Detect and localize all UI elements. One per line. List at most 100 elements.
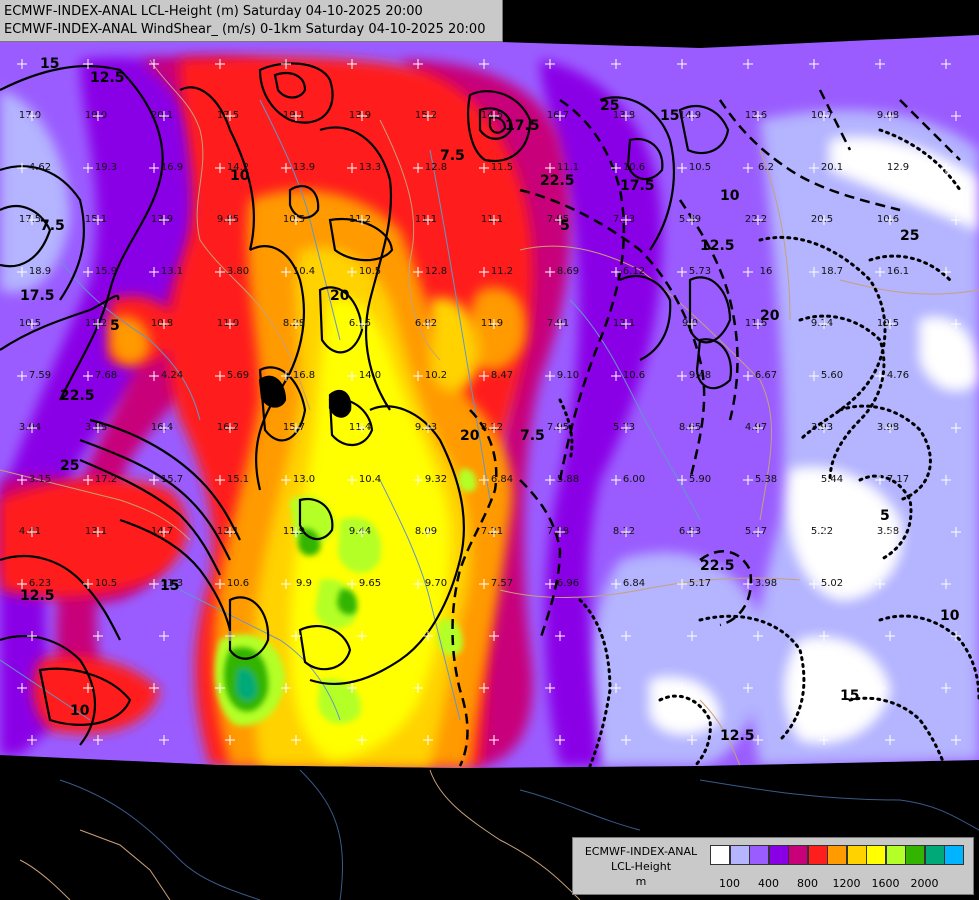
title-box: ECMWF-INDEX-ANAL LCL-Height (m) Saturday… bbox=[0, 0, 503, 42]
legend-tick-label: 100 bbox=[719, 877, 740, 890]
contour-label: 12.5 bbox=[20, 588, 55, 604]
station-value: 20.1 bbox=[821, 162, 843, 173]
legend-line-2: LCL-Height bbox=[610, 860, 672, 873]
legend-line-3: m bbox=[635, 875, 647, 888]
station-value: 7.57 bbox=[491, 578, 513, 589]
station-value: 9.10 bbox=[557, 370, 579, 381]
legend-swatch bbox=[768, 845, 789, 865]
legend-tick-label: 1200 bbox=[832, 877, 861, 890]
station-value: 14.0 bbox=[359, 370, 381, 381]
legend-swatch bbox=[749, 845, 769, 865]
station-value: 5.88 bbox=[557, 474, 579, 485]
legend-swatch bbox=[924, 845, 945, 865]
station-value: 5.02 bbox=[821, 578, 843, 589]
legend-swatch bbox=[788, 845, 808, 865]
station-value: 10.4 bbox=[359, 474, 381, 485]
station-value: 11.1 bbox=[557, 162, 579, 173]
station-value: 16.1 bbox=[887, 266, 909, 277]
contour-label: 15 bbox=[40, 56, 59, 72]
station-value: 18.7 bbox=[821, 266, 843, 277]
legend-swatch bbox=[866, 845, 886, 865]
station-value: 5.69 bbox=[227, 370, 249, 381]
station-value: 6.67 bbox=[755, 370, 777, 381]
station-value: 15.1 bbox=[227, 474, 249, 485]
station-value: 4.62 bbox=[29, 162, 51, 173]
contour-label: 25 bbox=[600, 98, 619, 114]
station-value: 6.84 bbox=[491, 474, 513, 485]
station-value: 10.5 bbox=[689, 162, 711, 173]
contour-label: 25 bbox=[60, 458, 79, 474]
station-value: 6.96 bbox=[557, 578, 579, 589]
contour-label: 22.5 bbox=[60, 388, 95, 404]
station-value: 13.1 bbox=[161, 266, 183, 277]
station-value: 12.8 bbox=[425, 266, 447, 277]
legend-swatch bbox=[905, 845, 925, 865]
station-value: 7.68 bbox=[95, 370, 117, 381]
station-value: 13.3 bbox=[359, 162, 381, 173]
contour-label: 7.5 bbox=[40, 218, 65, 234]
contour-label: 20 bbox=[460, 428, 480, 444]
contour-label: 10 bbox=[230, 168, 250, 184]
legend-swatch bbox=[846, 845, 867, 865]
legend-swatch bbox=[710, 845, 730, 865]
station-value: 9.65 bbox=[359, 578, 381, 589]
station-value: 6.84 bbox=[623, 578, 645, 589]
contour-label: 17.5 bbox=[505, 118, 540, 134]
station-value: 10.6 bbox=[227, 578, 249, 589]
legend-swatch bbox=[807, 845, 828, 865]
station-value: 19.3 bbox=[95, 162, 117, 173]
legend-tick-label: 400 bbox=[758, 877, 779, 890]
title-line-1: ECMWF-INDEX-ANAL LCL-Height (m) Saturday… bbox=[4, 4, 423, 19]
station-value: 8.69 bbox=[557, 266, 579, 277]
legend-swatch bbox=[729, 845, 750, 865]
legend-tick-label: 800 bbox=[797, 877, 818, 890]
station-value: 8.47 bbox=[491, 370, 513, 381]
title-line-2: ECMWF-INDEX-ANAL WindShear_ (m/s) 0-1km … bbox=[4, 22, 486, 37]
station-value: 18.9 bbox=[29, 266, 51, 277]
contour-label: 22.5 bbox=[700, 558, 735, 574]
contour-label: 10 bbox=[720, 188, 740, 204]
station-value: 9.32 bbox=[425, 474, 447, 485]
station-value: 6.2 bbox=[758, 162, 774, 173]
color-legend: ECMWF-INDEX-ANAL LCL-Height m 100 400 800 1… bbox=[572, 837, 974, 895]
station-value: 4.76 bbox=[887, 370, 909, 381]
map-viewer: 17.019.020.117.519.113.915.214.516.713.8… bbox=[0, 0, 979, 900]
station-value: 9.48 bbox=[689, 370, 711, 381]
contour-label: 20 bbox=[330, 288, 350, 304]
station-value: 10.6 bbox=[623, 370, 645, 381]
station-value: 9.9 bbox=[296, 578, 312, 589]
station-value: 7.59 bbox=[29, 370, 51, 381]
station-value: 9.70 bbox=[425, 578, 447, 589]
contour-label: 10 bbox=[70, 703, 90, 719]
station-value: 10.5 bbox=[359, 266, 381, 277]
contour-label: 5 bbox=[880, 508, 890, 524]
station-value: 4.24 bbox=[161, 370, 183, 381]
station-value: 5.73 bbox=[689, 266, 711, 277]
station-value: 16 bbox=[760, 266, 773, 277]
station-value: 17.2 bbox=[95, 474, 117, 485]
contour-label: 25 bbox=[900, 228, 919, 244]
station-value: 11.2 bbox=[491, 266, 513, 277]
contour-label: 17.5 bbox=[620, 178, 655, 194]
contour-label: 15 bbox=[840, 688, 859, 704]
lcl-height-map: 17.019.020.117.519.113.915.214.516.713.8… bbox=[0, 0, 979, 900]
station-value: 12.9 bbox=[887, 162, 909, 173]
contour-label: 7.5 bbox=[520, 428, 545, 444]
station-value: 16.8 bbox=[293, 370, 315, 381]
contour-label: 5 bbox=[110, 318, 120, 334]
contour-label: 22.5 bbox=[540, 173, 575, 189]
station-value: 3.98 bbox=[755, 578, 777, 589]
contour-label: 12.5 bbox=[700, 238, 735, 254]
legend-tick-label: 1600 bbox=[871, 877, 900, 890]
station-value: 15.9 bbox=[95, 266, 117, 277]
station-value: 10.2 bbox=[425, 370, 447, 381]
legend-line-1: ECMWF-INDEX-ANAL bbox=[584, 845, 698, 858]
station-value: 10.5 bbox=[95, 578, 117, 589]
contour-label: 12.5 bbox=[720, 728, 755, 744]
station-value: 6.00 bbox=[623, 474, 645, 485]
contour-label: 7.5 bbox=[440, 148, 465, 164]
legend-tick-label: 2000 bbox=[910, 877, 939, 890]
station-value: 6.12 bbox=[623, 266, 645, 277]
lcl-height-field: 17.019.020.117.519.113.915.214.516.713.8… bbox=[0, 35, 979, 768]
contour-label: 5 bbox=[560, 218, 570, 234]
